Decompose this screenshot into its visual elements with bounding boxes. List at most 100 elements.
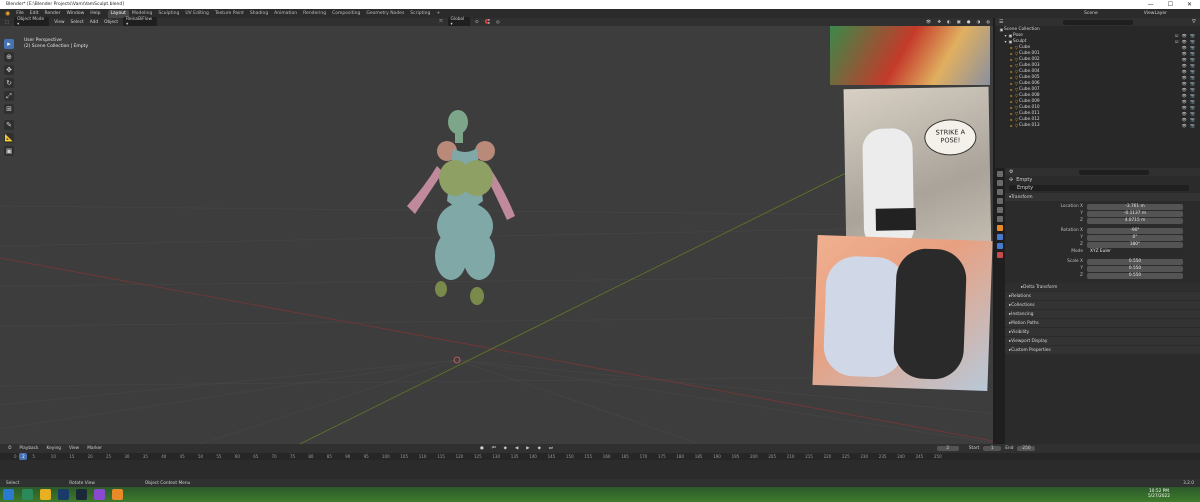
minimize-button[interactable]: — (1148, 1, 1154, 8)
prev-keyframe-icon[interactable]: ◆ (500, 446, 511, 451)
visibility-panel[interactable]: ▸ Visibility (1005, 328, 1200, 336)
pivot-icon[interactable]: ⊙ (472, 20, 482, 25)
blender-logo-icon[interactable]: ◉ (2, 10, 13, 17)
close-button[interactable]: ✕ (1187, 1, 1192, 8)
jump-start-icon[interactable]: ⏮ (488, 446, 500, 451)
rotation-z-field[interactable]: 180° (1087, 241, 1183, 248)
shading-rendered-icon[interactable]: ◍ (983, 20, 993, 25)
physics-tab-icon[interactable] (997, 234, 1003, 240)
shading-material-icon[interactable]: ◑ (973, 20, 983, 25)
workspace-tab-texture-paint[interactable]: Texture Paint (212, 10, 247, 18)
custom-properties-panel[interactable]: ▸ Custom Properties (1005, 346, 1200, 354)
add-workspace-button[interactable]: + (433, 10, 443, 18)
scale-tool-icon[interactable]: ⤢ (4, 91, 14, 101)
outliner-item[interactable]: ▸ ▽ Cube.013 👁 📷 (995, 122, 1200, 128)
workspace-tab-rendering[interactable]: Rendering (300, 10, 329, 18)
workspace-tab-uv-editing[interactable]: UV Editing (182, 10, 211, 18)
visibility-toggle-icon[interactable]: 👁 📷 (1182, 99, 1200, 104)
motion-paths-panel[interactable]: ▸ Motion Paths (1005, 319, 1200, 327)
steam-icon[interactable] (76, 489, 87, 500)
play-reverse-icon[interactable]: ◀ (511, 446, 522, 451)
shading-solid-icon[interactable]: ● (964, 20, 974, 25)
collections-panel[interactable]: ▸ Collections (1005, 301, 1200, 309)
photoshop-icon[interactable] (58, 489, 69, 500)
location-y-field[interactable]: -0.1137 m (1087, 210, 1183, 217)
visibility-toggle-icon[interactable]: 👁 📷 (1182, 63, 1200, 68)
timeline-type-icon[interactable]: ⏱ (4, 446, 15, 451)
visibility-toggle-icon[interactable]: 👁 📷 (1182, 51, 1200, 56)
3d-viewport[interactable]: User Perspective (2) Scene Collection | … (0, 26, 993, 444)
blender-taskbar-icon[interactable] (112, 489, 123, 500)
visibility-icon[interactable]: 👁 (923, 20, 934, 25)
timeline-menu-playback[interactable]: Playback (15, 446, 42, 451)
orientation-icon[interactable]: ⤧ (436, 20, 445, 25)
visibility-toggle-icon[interactable]: 👁 📷 (1182, 93, 1200, 98)
properties-type-icon[interactable]: ⚙ (1005, 169, 1013, 175)
visibility-toggle-icon[interactable]: 👁 📷 (1182, 87, 1200, 92)
reference-image-3[interactable] (812, 234, 993, 392)
start-button-icon[interactable] (3, 489, 14, 500)
menu-file[interactable]: File (13, 11, 27, 16)
menu-help[interactable]: Help (87, 11, 103, 16)
viewport-menu-select[interactable]: Select (67, 20, 86, 25)
location-z-field[interactable]: 4.0715 m (1087, 217, 1183, 224)
visibility-toggle-icon[interactable]: ☑ 👁 📷 (1175, 39, 1200, 44)
cursor-tool-icon[interactable]: ⊕ (4, 52, 14, 62)
workspace-tab-scripting[interactable]: Scripting (407, 10, 433, 18)
rotation-mode-dropdown[interactable]: XYZ Euler (1087, 248, 1183, 255)
relations-panel[interactable]: ▸ Relations (1005, 292, 1200, 300)
next-keyframe-icon[interactable]: ◆ (534, 446, 545, 451)
play-icon[interactable]: ▶ (522, 446, 533, 451)
menu-edit[interactable]: Edit (27, 11, 42, 16)
annotate-tool-icon[interactable]: ✎ (4, 120, 14, 130)
workspace-tab-animation[interactable]: Animation (271, 10, 300, 18)
rotation-y-field[interactable]: 0° (1087, 234, 1183, 241)
reference-image-2[interactable]: STRIKE A POSE! (843, 86, 992, 260)
add-cube-tool-icon[interactable]: ▣ (4, 146, 14, 156)
select-box-tool-icon[interactable]: ▸ (4, 39, 14, 49)
visibility-toggle-icon[interactable]: 👁 📷 (1182, 123, 1200, 128)
object-tab-icon[interactable] (997, 225, 1003, 231)
menu-render[interactable]: Render (42, 11, 64, 16)
system-clock[interactable]: 10:52 PM 5/27/2022 (1148, 489, 1170, 499)
record-button-icon[interactable]: ● (476, 446, 488, 451)
workspace-tab-geometry-nodes[interactable]: Geometry Nodes (363, 10, 407, 18)
maximize-button[interactable]: ☐ (1168, 1, 1173, 8)
constraints-tab-icon[interactable] (997, 243, 1003, 249)
visibility-toggle-icon[interactable]: 👁 📷 (1182, 57, 1200, 62)
data-tab-icon[interactable] (997, 252, 1003, 258)
gizmo-icon[interactable]: ✥ (934, 20, 944, 25)
viewport-menu-view[interactable]: View (51, 20, 67, 25)
timeline-menu-marker[interactable]: Marker (83, 446, 106, 451)
file-explorer-icon[interactable] (40, 489, 51, 500)
render-tab-icon[interactable] (997, 180, 1003, 186)
transform-tool-icon[interactable]: ⊞ (4, 104, 14, 114)
menu-window[interactable]: Window (64, 11, 88, 16)
move-tool-icon[interactable]: ✥ (4, 65, 14, 75)
world-tab-icon[interactable] (997, 216, 1003, 222)
visibility-toggle-icon[interactable]: 👁 📷 (1182, 81, 1200, 86)
scale-y-field[interactable]: 0.550 (1087, 265, 1183, 272)
visibility-toggle-icon[interactable]: 👁 📷 (1182, 105, 1200, 110)
instancing-panel[interactable]: ▸ Instancing (1005, 310, 1200, 318)
jump-end-icon[interactable]: ⏭ (545, 446, 557, 451)
scale-z-field[interactable]: 0.550 (1087, 272, 1183, 279)
filter-icon[interactable]: ⛛ (1192, 19, 1200, 25)
location-x-field[interactable]: -3.761 m (1087, 203, 1183, 210)
reference-image-1[interactable] (830, 26, 990, 85)
view-layer-tab-icon[interactable] (997, 198, 1003, 204)
visibility-toggle-icon[interactable]: 👁 📷 (1182, 45, 1200, 50)
workspace-tab-sculpting[interactable]: Sculpting (155, 10, 182, 18)
scene-tab-icon[interactable] (997, 207, 1003, 213)
delta-transform-panel[interactable]: ▸ Delta Transform (1005, 283, 1200, 291)
editor-type-icon[interactable]: ⬚ (2, 20, 12, 25)
viewport-menu-add[interactable]: Add (87, 20, 101, 25)
output-tab-icon[interactable] (997, 189, 1003, 195)
visibility-toggle-icon[interactable]: 👁 📷 (1182, 75, 1200, 80)
app-icon[interactable] (94, 489, 105, 500)
scale-x-field[interactable]: 0.550 (1087, 258, 1183, 265)
start-frame-field[interactable]: 1 (983, 446, 1002, 451)
measure-tool-icon[interactable]: 📐 (4, 133, 14, 143)
edge-browser-icon[interactable] (22, 489, 33, 500)
outliner-type-icon[interactable]: ☰ (995, 19, 1003, 25)
